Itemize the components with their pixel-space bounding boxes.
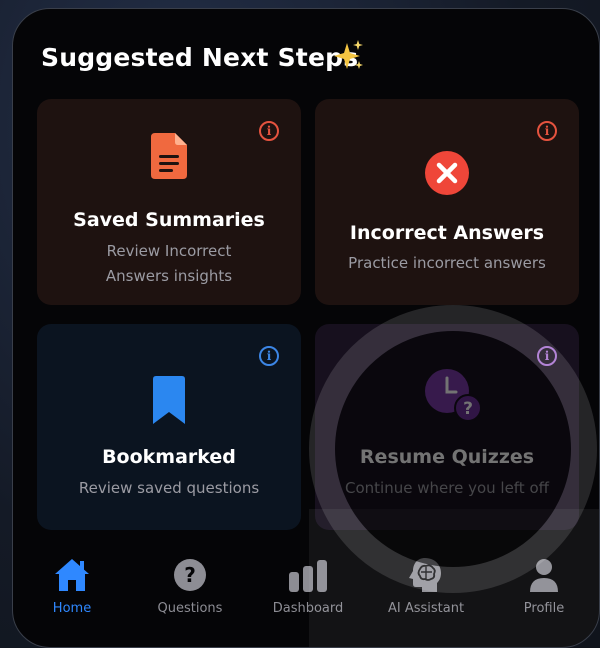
- document-icon: [151, 133, 187, 179]
- card-subtitle: Continue where you left off: [345, 479, 549, 497]
- card-bookmarked[interactable]: i Bookmarked Review saved questions: [37, 324, 301, 530]
- tab-ai-assistant[interactable]: AI Assistant: [371, 555, 481, 616]
- svg-text:?: ?: [184, 563, 196, 587]
- tab-label: AI Assistant: [387, 601, 465, 616]
- card-title: Resume Quizzes: [359, 446, 535, 468]
- card-title: Saved Summaries: [73, 209, 265, 231]
- brain-head-icon: [409, 558, 441, 592]
- tab-questions[interactable]: ? Questions: [135, 555, 245, 616]
- info-icon[interactable]: i: [537, 121, 557, 141]
- info-icon[interactable]: i: [259, 346, 279, 366]
- svg-text:?: ?: [463, 399, 473, 419]
- tab-label: Dashboard: [272, 601, 344, 616]
- tab-profile[interactable]: Profile: [489, 555, 599, 616]
- card-subtitle: Review saved questions: [78, 479, 260, 497]
- sparkles-icon: [334, 40, 363, 69]
- screen-background: Suggested Next Steps i Saved Summaries R…: [0, 0, 600, 648]
- tab-label: Questions: [157, 601, 223, 616]
- card-subtitle-line2: Answers insights: [105, 267, 233, 285]
- card-incorrect-answers[interactable]: i Incorrect Answers Practice incorrect a…: [315, 99, 579, 305]
- x-circle-icon: [425, 151, 469, 195]
- tab-dashboard[interactable]: Dashboard: [253, 555, 363, 616]
- bar-chart-icon: [289, 560, 327, 592]
- card-saved-summaries[interactable]: i Saved Summaries Review Incorrect Answe…: [37, 99, 301, 305]
- card-title: Bookmarked: [102, 446, 236, 468]
- info-icon[interactable]: i: [537, 346, 557, 366]
- home-icon: [55, 559, 89, 591]
- clock-question-icon: ?: [425, 369, 481, 421]
- card-title: Incorrect Answers: [349, 222, 545, 244]
- app-window: Suggested Next Steps i Saved Summaries R…: [12, 8, 600, 648]
- tab-label: Profile: [523, 601, 565, 616]
- person-icon: [530, 559, 558, 592]
- tab-bar: Home ? Questions Dashboard AI Assistant …: [13, 545, 599, 647]
- bookmark-icon: [153, 376, 185, 424]
- card-resume-quizzes[interactable]: i ? Resume Quizzes Continue where you le…: [315, 324, 579, 530]
- question-circle-icon: ?: [174, 559, 206, 591]
- card-subtitle: Practice incorrect answers: [348, 254, 546, 272]
- tab-label: Home: [52, 601, 92, 616]
- info-icon[interactable]: i: [259, 121, 279, 141]
- tab-home[interactable]: Home: [17, 555, 127, 616]
- page-title: Suggested Next Steps: [41, 43, 359, 72]
- card-subtitle: Review Incorrect: [106, 242, 232, 260]
